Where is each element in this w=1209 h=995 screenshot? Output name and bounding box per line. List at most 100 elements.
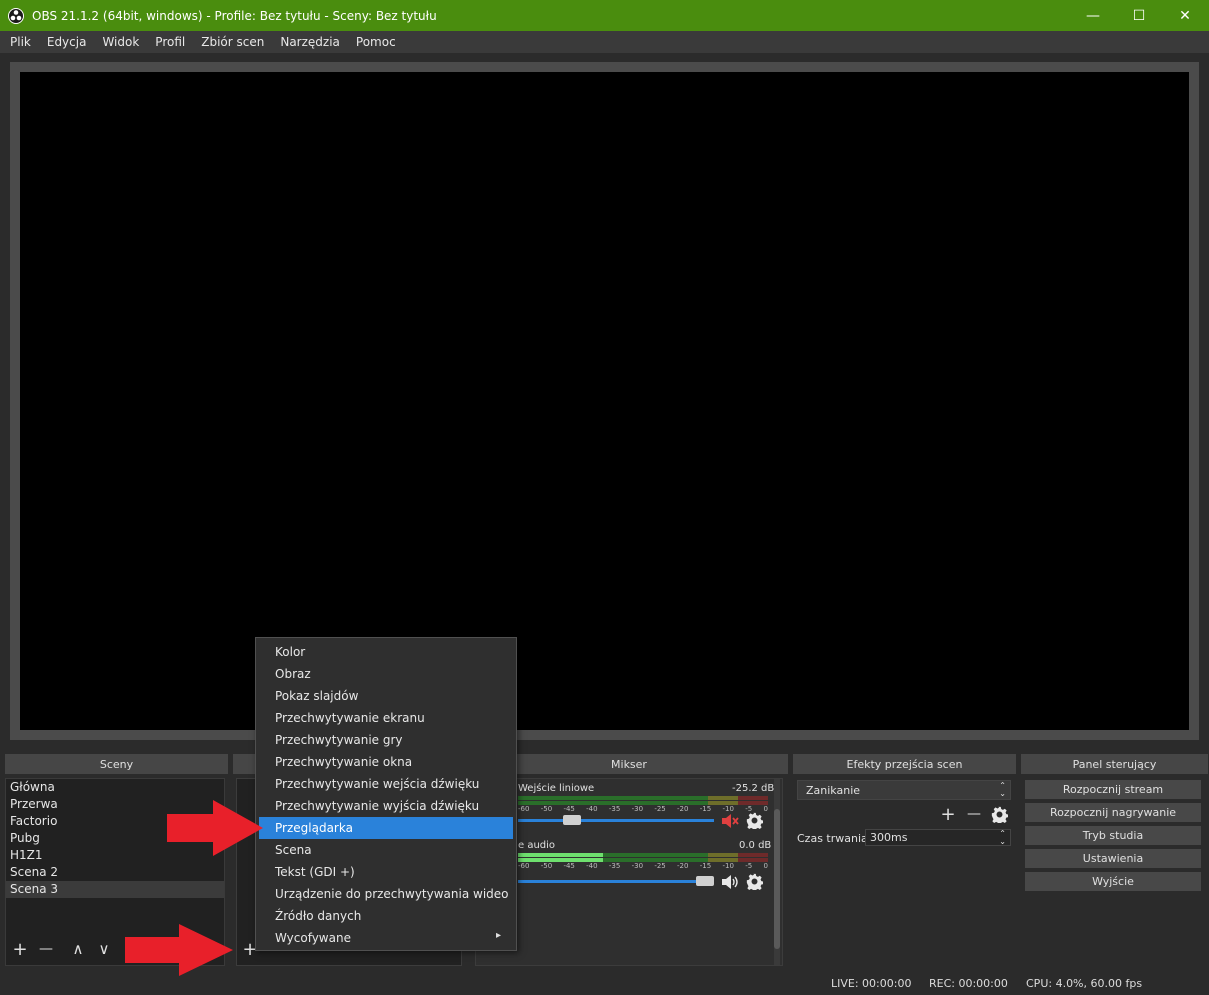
tick: -35 <box>608 805 621 813</box>
tick: -60 <box>518 805 530 813</box>
tick: -50 <box>540 805 553 813</box>
maximize-button[interactable]: ☐ <box>1116 0 1162 31</box>
maximize-icon: ☐ <box>1132 7 1146 24</box>
spin-icon: ⌃ ⌄ <box>999 781 1006 798</box>
mixer-scrollbar[interactable] <box>774 779 780 965</box>
tick: -30 <box>631 805 644 813</box>
minus-icon: — <box>967 806 981 822</box>
mixer-channel-name: e audio <box>518 840 556 851</box>
plus-icon: + <box>12 938 28 960</box>
speaker-icon[interactable] <box>721 874 739 890</box>
menu-plik[interactable]: Plik <box>2 31 39 53</box>
settings-button[interactable]: Ustawienia <box>1025 849 1201 868</box>
tick: -20 <box>677 862 689 870</box>
preview-canvas[interactable] <box>20 72 1189 730</box>
duration-value-text: 300ms <box>870 831 908 844</box>
menu-item-audio-output-capture[interactable]: Przechwytywanie wyjścia dźwięku <box>259 795 513 817</box>
menu-profil[interactable]: Profil <box>147 31 193 53</box>
gear-icon[interactable] <box>746 873 763 890</box>
tick: -25 <box>654 805 666 813</box>
chevron-down-icon: ∨ <box>98 940 110 958</box>
menu-narzedzia[interactable]: Narzędzia <box>272 31 348 53</box>
mixer-scrollbar-thumb[interactable] <box>774 809 780 949</box>
controls-title-text: Panel sterujący <box>1072 757 1157 771</box>
menu-item-media-source[interactable]: Źródło danych <box>259 905 513 927</box>
transition-select[interactable]: Zanikanie ⌃ ⌄ <box>797 780 1011 800</box>
menu-zbior-scen[interactable]: Zbiór scen <box>193 31 272 53</box>
menu-widok[interactable]: Widok <box>94 31 147 53</box>
mixer-dock-title: Mikser <box>470 754 788 774</box>
meter-ticks: -60 -50 -45 -40 -35 -30 -25 -20 -15 -10 -5 0 <box>518 862 768 870</box>
scene-item[interactable]: Główna <box>6 779 224 796</box>
muted-speaker-icon[interactable] <box>721 813 739 829</box>
volume-slider[interactable] <box>518 880 714 883</box>
tick: -15 <box>699 862 712 870</box>
window-title: OBS 21.1.2 (64bit, windows) - Profile: B… <box>32 8 437 23</box>
menu-item-slideshow[interactable]: Pokaz slajdów <box>259 685 513 707</box>
menu-edycja[interactable]: Edycja <box>39 31 95 53</box>
start-recording-button[interactable]: Rozpocznij nagrywanie <box>1025 803 1201 822</box>
tick: -10 <box>722 805 734 813</box>
gear-icon[interactable] <box>991 806 1008 823</box>
menu-bar: Plik Edycja Widok Profil Zbiór scen Narz… <box>0 31 1209 53</box>
menu-pomoc[interactable]: Pomoc <box>348 31 404 53</box>
remove-scene-button[interactable]: — <box>35 938 57 960</box>
audio-meter <box>518 796 768 800</box>
scene-item-selected[interactable]: Scena 3 <box>6 881 224 898</box>
studio-mode-button[interactable]: Tryb studia <box>1025 826 1201 845</box>
menu-item-scene[interactable]: Scena <box>259 839 513 861</box>
gear-icon[interactable] <box>746 812 763 829</box>
tick: -20 <box>677 805 689 813</box>
move-scene-down-button[interactable]: ∨ <box>93 938 115 960</box>
rec-status: REC: 00:00:00 <box>929 977 1008 990</box>
duration-label: Czas trwania <box>797 832 868 845</box>
tick: 0 <box>763 805 768 813</box>
close-button[interactable]: ✕ <box>1162 0 1208 31</box>
menu-item-window-capture[interactable]: Przechwytywanie okna <box>259 751 513 773</box>
volume-slider[interactable] <box>518 819 714 822</box>
submenu-arrow-icon: ▸ <box>496 930 502 941</box>
move-scene-up-button[interactable]: ∧ <box>67 938 89 960</box>
menu-item-text-gdi[interactable]: Tekst (GDI +) <box>259 861 513 883</box>
title-bar: OBS 21.1.2 (64bit, windows) - Profile: B… <box>0 0 1209 31</box>
menu-item-browser[interactable]: Przeglądarka <box>259 817 513 839</box>
minimize-button[interactable]: — <box>1070 0 1116 31</box>
volume-slider-handle[interactable] <box>696 876 714 886</box>
add-transition-button[interactable]: + <box>937 803 959 825</box>
controls-dock-title: Panel sterujący <box>1021 754 1208 774</box>
scene-item[interactable]: Scena 2 <box>6 864 224 881</box>
tick: -15 <box>699 805 712 813</box>
tick: -45 <box>563 862 575 870</box>
cpu-status: CPU: 4.0%, 60.00 fps <box>1026 977 1143 990</box>
plus-icon: + <box>940 803 956 825</box>
menu-item-deprecated[interactable]: Wycofywane <box>259 927 513 949</box>
spin-icon: ⌃ ⌄ <box>999 829 1006 846</box>
menu-item-video-capture-device[interactable]: Urządzenie do przechwytywania wideo <box>259 883 513 905</box>
minimize-icon: — <box>1086 7 1100 24</box>
menu-item-audio-input-capture[interactable]: Przechwytywanie wejścia dźwięku <box>259 773 513 795</box>
tick: -40 <box>586 805 598 813</box>
menu-item-game-capture[interactable]: Przechwytywanie gry <box>259 729 513 751</box>
chevron-up-icon: ∧ <box>72 940 84 958</box>
menu-item-display-capture[interactable]: Przechwytywanie ekranu <box>259 707 513 729</box>
tick: -60 <box>518 862 530 870</box>
mixer-channel-name: Wejście liniowe <box>518 783 595 794</box>
remove-transition-button[interactable]: — <box>963 803 985 825</box>
red-arrow-icon <box>125 924 233 976</box>
tick: 0 <box>763 862 768 870</box>
tick: -45 <box>563 805 575 813</box>
start-stream-button[interactable]: Rozpocznij stream <box>1025 780 1201 799</box>
menu-item-image[interactable]: Obraz <box>259 663 513 685</box>
scenes-dock-title: Sceny <box>5 754 228 774</box>
duration-spinbox[interactable]: 300ms ⌃ ⌄ <box>865 829 1011 846</box>
tick: -25 <box>654 862 666 870</box>
minus-icon: — <box>39 941 53 957</box>
obs-logo-icon <box>8 7 24 24</box>
tick: -40 <box>586 862 598 870</box>
tick: -50 <box>540 862 553 870</box>
volume-slider-handle[interactable] <box>563 815 582 825</box>
exit-button[interactable]: Wyjście <box>1025 872 1201 891</box>
add-scene-button[interactable]: + <box>9 938 31 960</box>
add-source-context-menu: Kolor Obraz Pokaz slajdów Przechwytywani… <box>255 637 517 951</box>
menu-item-color[interactable]: Kolor <box>259 641 513 663</box>
